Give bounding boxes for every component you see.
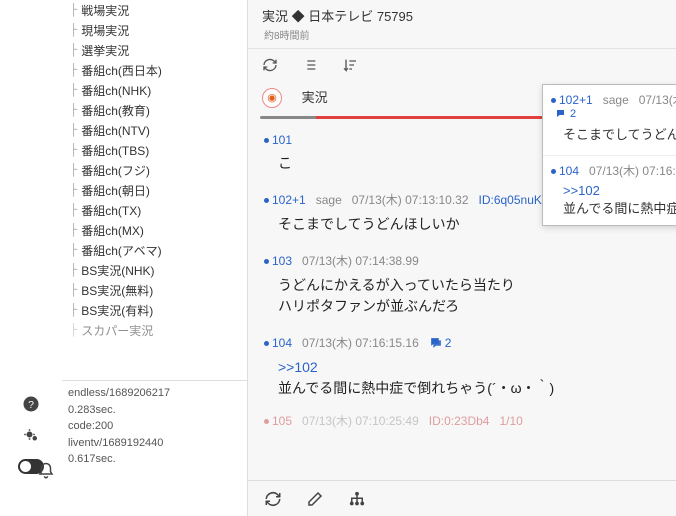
board-item[interactable]: ├番組ch(朝日) — [62, 180, 247, 200]
board-label: 番組ch(フジ) — [81, 162, 150, 179]
refresh-icon[interactable] — [264, 490, 282, 508]
board-label: BS実況(NHK) — [81, 262, 154, 279]
board-label: 番組ch(アベマ) — [81, 242, 161, 259]
board-label: 選挙実況 — [81, 42, 129, 59]
board-label: 番組ch(西日本) — [81, 62, 162, 79]
status-log: endless/1689206217 0.283sec. code:200 li… — [62, 380, 247, 476]
thread-toolbar — [248, 49, 676, 83]
post-number[interactable]: 102 — [272, 193, 292, 207]
board-item[interactable]: ├番組ch(NTV) — [62, 120, 247, 140]
main-pane: 実況 ◆ 日本テレビ 75795 約8時間前 ◉ 実況 101 こ — [248, 0, 676, 516]
board-item[interactable]: ├番組ch(西日本) — [62, 60, 247, 80]
bottom-toolbar — [248, 480, 676, 516]
post-number[interactable]: 101 — [272, 133, 292, 147]
board-item[interactable]: ├選挙実況 — [62, 40, 247, 60]
board-item[interactable]: ├スカパー実況 — [62, 320, 247, 340]
post: 104 07/13(木) 07:16:15.16 2 >>102 並んでる間に熱… — [258, 327, 674, 409]
post-number[interactable]: 103 — [272, 254, 292, 268]
board-label: 番組ch(教育) — [81, 102, 150, 119]
post: 105 07/13(木) 07:10:25:49 ID:0:23Db4 1/10 — [258, 409, 674, 429]
post-date: 07/13(木) 07:13:10.32 — [352, 191, 469, 208]
status-line: endless/1689206217 — [68, 385, 241, 402]
board-label: 番組ch(MX) — [81, 222, 144, 239]
board-label: 番組ch(NTV) — [81, 122, 150, 139]
board-item[interactable]: ├番組ch(MX) — [62, 220, 247, 240]
board-sidebar: ├戦場実況 ├現場実況 ├選挙実況 ├番組ch(西日本) ├番組ch(NHK) … — [62, 0, 248, 516]
board-label: 戦場実況 — [81, 2, 129, 19]
post-body: そこまでしてうどんほしいか — [551, 120, 676, 143]
thread-time: 約8時間前 — [264, 27, 662, 42]
status-line: 0.617sec. — [68, 451, 241, 468]
board-label: 現場実況 — [81, 22, 129, 39]
board-item[interactable]: ├番組ch(アベマ) — [62, 240, 247, 260]
post-number[interactable]: 102 — [559, 93, 579, 107]
board-item[interactable]: ├戦場実況 — [62, 0, 247, 20]
list-icon[interactable] — [302, 57, 318, 73]
board-label: スカパー実況 — [81, 322, 153, 339]
post-date: 07/13(木) 07:16:15.16 — [302, 334, 419, 351]
quote-link[interactable]: >>102 — [278, 359, 318, 375]
help-icon[interactable]: ? — [22, 395, 40, 413]
tree-icon[interactable] — [348, 490, 366, 508]
sort-desc-icon[interactable] — [342, 57, 358, 73]
post-date: 07/13(木) 07:14:38.99 — [302, 252, 419, 269]
board-label: 番組ch(朝日) — [81, 182, 150, 199]
board-item[interactable]: ├番組ch(教育) — [62, 100, 247, 120]
post-body: >>102 並んでる間に熱中症で倒れちゃう(´・ω・｀) — [264, 351, 668, 399]
board-item[interactable]: ├番組ch(TBS) — [62, 140, 247, 160]
board-tree[interactable]: ├戦場実況 ├現場実況 ├選挙実況 ├番組ch(西日本) ├番組ch(NHK) … — [62, 0, 247, 380]
board-item[interactable]: ├番組ch(NHK) — [62, 80, 247, 100]
reply-count[interactable]: 2 — [429, 336, 452, 350]
board-item[interactable]: ├番組ch(フジ) — [62, 160, 247, 180]
board-label: BS実況(有料) — [81, 302, 153, 319]
refresh-icon[interactable] — [262, 57, 278, 73]
post-number[interactable]: 105 — [272, 414, 292, 428]
post-body: うどんにかえるが入っていたら当たり ハリポタファンが並ぶんだろ — [264, 269, 668, 317]
thread-header: 実況 ◆ 日本テレビ 75795 約8時間前 — [248, 0, 676, 49]
post-number[interactable]: 104 — [559, 164, 579, 178]
board-label: 番組ch(TX) — [81, 202, 141, 219]
post: 103 07/13(木) 07:14:38.99 うどんにかえるが入っていたら当… — [258, 245, 674, 327]
svg-text:?: ? — [28, 399, 34, 411]
board-label: 番組ch(TBS) — [81, 142, 149, 159]
quote-link[interactable]: >>102 — [563, 183, 600, 198]
thread-badge-icon[interactable]: ◉ — [262, 88, 282, 108]
board-item[interactable]: ├現場実況 — [62, 20, 247, 40]
board-item[interactable]: ├BS実況(有料) — [62, 300, 247, 320]
board-label: BS実況(無料) — [81, 282, 153, 299]
post-body: >>102 並んでる間に熱中症で倒れちゃう(´・ω・｀) — [551, 179, 676, 217]
settings-gears-icon[interactable] — [22, 427, 40, 445]
status-line: code:200 — [68, 418, 241, 435]
post-number[interactable]: 104 — [272, 336, 292, 350]
status-line: 0.283sec. — [68, 402, 241, 419]
reply-preview-popup: 102+1 sage 07/13(木) 07:13:10.32 ID:6q05n… — [542, 84, 676, 226]
board-item[interactable]: ├BS実況(無料) — [62, 280, 247, 300]
board-item[interactable]: ├番組ch(TX) — [62, 200, 247, 220]
board-item[interactable]: ├BS実況(NHK) — [62, 260, 247, 280]
bell-icon[interactable] — [37, 462, 55, 480]
icon-rail: ? — [0, 0, 62, 516]
thread-title: 実況 ◆ 日本テレビ 75795 — [262, 6, 662, 25]
compose-icon[interactable] — [306, 490, 324, 508]
tab-label[interactable]: 実況 — [292, 83, 338, 112]
reply-count[interactable]: 2 — [555, 108, 676, 120]
board-label: 番組ch(NHK) — [81, 82, 151, 99]
post-name: sage — [316, 193, 342, 207]
status-line: liventv/1689192440 — [68, 435, 241, 452]
